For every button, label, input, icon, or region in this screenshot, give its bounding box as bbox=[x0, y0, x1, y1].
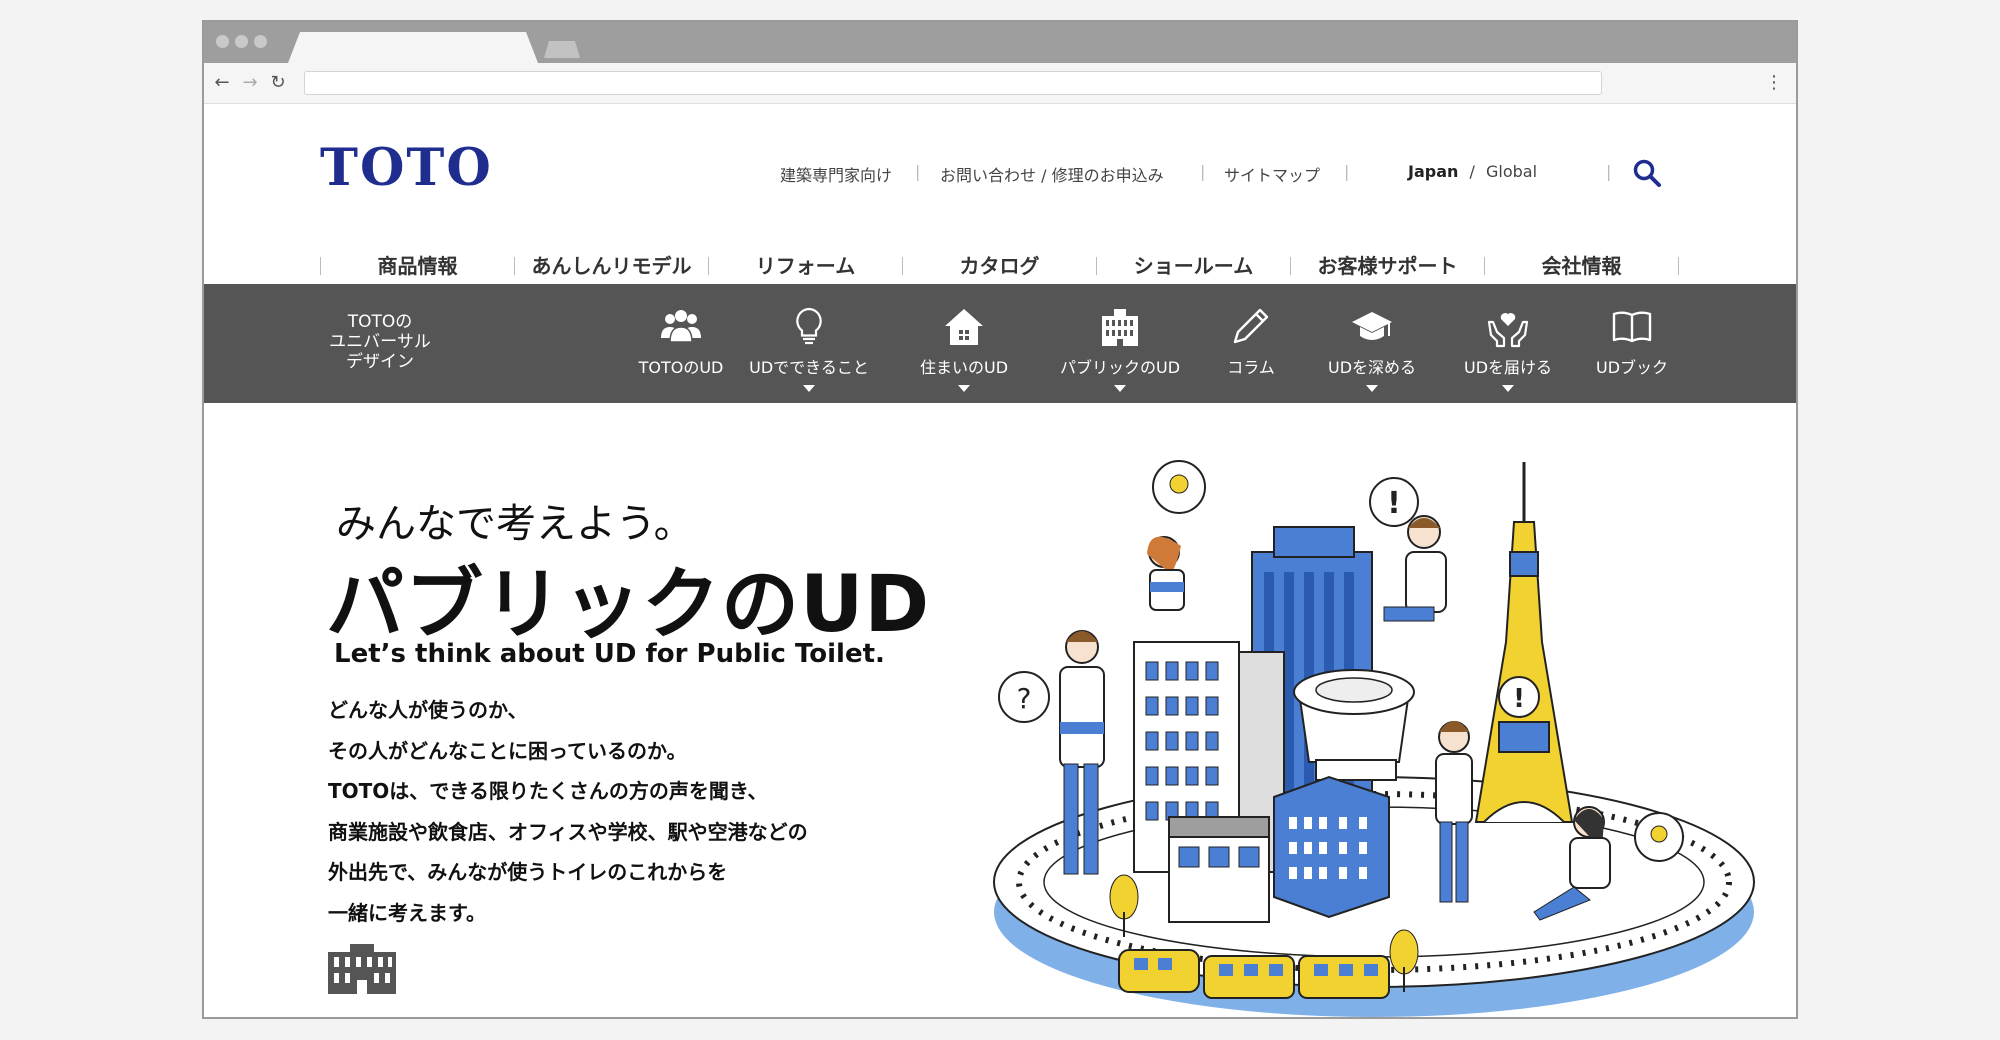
hero-body-line: 外出先で、みんなが使うトイレのこれからを bbox=[328, 860, 728, 884]
ud-nav-label: UDでできること bbox=[749, 358, 869, 377]
book-icon bbox=[1612, 311, 1652, 343]
ud-nav-ud-book[interactable]: UDブック bbox=[1584, 284, 1680, 403]
hero-illustration: ! ? ! bbox=[993, 460, 1755, 1017]
svg-text:!: ! bbox=[1387, 486, 1401, 521]
nav-support[interactable]: お客様サポート bbox=[1291, 246, 1484, 286]
dropdown-caret-icon bbox=[803, 385, 815, 392]
house-icon bbox=[945, 309, 983, 345]
nav-products[interactable]: 商品情報 bbox=[321, 246, 514, 286]
lang-global-link[interactable]: Global bbox=[1486, 162, 1537, 181]
tower-illustration bbox=[1474, 462, 1574, 823]
graduation-cap-icon bbox=[1352, 312, 1392, 340]
hex-blue-building bbox=[1273, 775, 1390, 919]
small-shop-building bbox=[1168, 816, 1270, 923]
hero-body-text: どんな人が使うのか、 その人がどんなことに困っているのか。 TOTOは、できる限… bbox=[328, 690, 808, 933]
window-minimize-dot[interactable] bbox=[235, 35, 248, 48]
building-icon bbox=[1102, 309, 1138, 346]
ud-nav-label: UDを深める bbox=[1327, 358, 1417, 377]
pencil-icon bbox=[1233, 308, 1269, 344]
search-icon[interactable] bbox=[1632, 158, 1662, 188]
ud-nav-label: UDを届ける bbox=[1463, 358, 1553, 377]
ud-nav-deepen-ud[interactable]: UDを深める bbox=[1314, 284, 1430, 403]
person-top-left bbox=[1147, 536, 1185, 611]
ud-nav-label: UDブック bbox=[1595, 358, 1669, 377]
window-close-dot[interactable] bbox=[216, 35, 229, 48]
browser-toolbar: ← → ↻ ⋮ bbox=[204, 63, 1796, 104]
new-tab-button[interactable] bbox=[544, 41, 580, 58]
utility-separator: | bbox=[1200, 162, 1206, 181]
utility-separator: | bbox=[915, 162, 921, 181]
ud-navigation-bar: TOTOの ユニバーサル デザイン TOTOのUD UDでできること 住まいのU… bbox=[204, 284, 1796, 403]
utility-separator: | bbox=[1344, 162, 1350, 181]
back-icon[interactable]: ← bbox=[210, 71, 234, 95]
lang-separator: / bbox=[1469, 162, 1475, 181]
speech-bubble-question: ? bbox=[998, 671, 1050, 723]
window-maximize-dot[interactable] bbox=[254, 35, 267, 48]
lightbulb-icon bbox=[796, 307, 822, 345]
nav-anshin-remodel[interactable]: あんしんリモデル bbox=[515, 246, 708, 286]
ud-nav-deliver-ud[interactable]: UDを届ける bbox=[1450, 284, 1566, 403]
utility-link-contact[interactable]: お問い合わせ / 修理のお申込み bbox=[940, 162, 1164, 186]
hero-body-line: 商業施設や飲食店、オフィスや学校、駅や空港などの bbox=[328, 819, 808, 844]
ud-nav-label: コラム bbox=[1227, 358, 1275, 377]
speech-bubble-idea-2 bbox=[1634, 812, 1684, 862]
heart-hands-icon bbox=[1487, 313, 1529, 348]
nav-catalog[interactable]: カタログ bbox=[903, 246, 1096, 286]
hero-body-line: どんな人が使うのか、 bbox=[328, 698, 528, 722]
ud-nav-label: 住まいのUD bbox=[919, 358, 1009, 377]
active-tab[interactable] bbox=[288, 32, 538, 63]
yellow-train bbox=[1118, 949, 1390, 999]
forward-icon[interactable]: → bbox=[238, 71, 262, 95]
ud-nav-what-ud-can-do[interactable]: UDでできること bbox=[744, 284, 874, 403]
browser-menu-icon[interactable]: ⋮ bbox=[1764, 71, 1784, 95]
language-switch: Japan / Global bbox=[1408, 162, 1537, 181]
svg-text:!: ! bbox=[1513, 684, 1525, 714]
utility-link-sitemap[interactable]: サイトマップ bbox=[1224, 162, 1320, 186]
building-icon bbox=[328, 944, 396, 994]
speech-bubble-exclaim: ! bbox=[1369, 477, 1419, 527]
svg-text:?: ? bbox=[1017, 682, 1032, 715]
hero-subtitle: みんなで考えよう。 bbox=[336, 501, 694, 547]
reload-icon[interactable]: ↻ bbox=[266, 71, 290, 95]
hero-body-line: TOTOは、できる限りたくさんの方の声を聞き、 bbox=[328, 779, 768, 803]
nav-company[interactable]: 会社情報 bbox=[1485, 246, 1678, 286]
utility-link-architects[interactable]: 建築専門家向け bbox=[780, 162, 892, 186]
nav-reform[interactable]: リフォーム bbox=[709, 246, 902, 286]
dropdown-caret-icon bbox=[1366, 385, 1378, 392]
main-navigation: 商品情報 あんしんリモデル リフォーム カタログ ショールーム お客様サポート … bbox=[320, 246, 1680, 286]
browser-window: ← → ↻ ⋮ TOTO 建築専門家向け | お問い合わせ / 修理のお申込み … bbox=[202, 20, 1798, 1019]
speech-bubble-idea bbox=[1152, 460, 1206, 514]
hero-english-title: Let’s think about UD for Public Toilet. bbox=[334, 639, 885, 669]
hero-title: パブリックのUD bbox=[326, 560, 931, 650]
hero-body-line: その人がどんなことに困っているのか。 bbox=[328, 738, 687, 763]
nav-showroom[interactable]: ショールーム bbox=[1097, 246, 1290, 286]
ud-nav-label: パブリックのUD bbox=[1059, 358, 1181, 377]
toto-logo[interactable]: TOTO bbox=[320, 138, 493, 198]
ud-section-title[interactable]: TOTOの ユニバーサル デザイン bbox=[322, 312, 438, 372]
ud-nav-toto-ud[interactable]: TOTOのUD bbox=[626, 284, 736, 403]
ud-nav-label: TOTOのUD bbox=[638, 358, 724, 377]
hero-body-line: 一緒に考えます。 bbox=[328, 900, 486, 925]
ud-nav-column[interactable]: コラム bbox=[1208, 284, 1294, 403]
dropdown-caret-icon bbox=[1502, 385, 1514, 392]
utility-separator: | bbox=[1606, 162, 1612, 181]
ud-nav-public-ud[interactable]: パブリックのUD bbox=[1050, 284, 1190, 403]
address-bar[interactable] bbox=[304, 71, 1602, 95]
speech-bubble-exclaim-2: ! bbox=[1498, 676, 1540, 718]
tab-bar bbox=[204, 22, 1796, 63]
dropdown-caret-icon bbox=[1114, 385, 1126, 392]
people-icon bbox=[661, 310, 701, 343]
dropdown-caret-icon bbox=[958, 385, 970, 392]
lang-japan-link[interactable]: Japan bbox=[1408, 162, 1458, 181]
person-top-right bbox=[1383, 515, 1447, 622]
ud-nav-home-ud[interactable]: 住まいのUD bbox=[904, 284, 1024, 403]
